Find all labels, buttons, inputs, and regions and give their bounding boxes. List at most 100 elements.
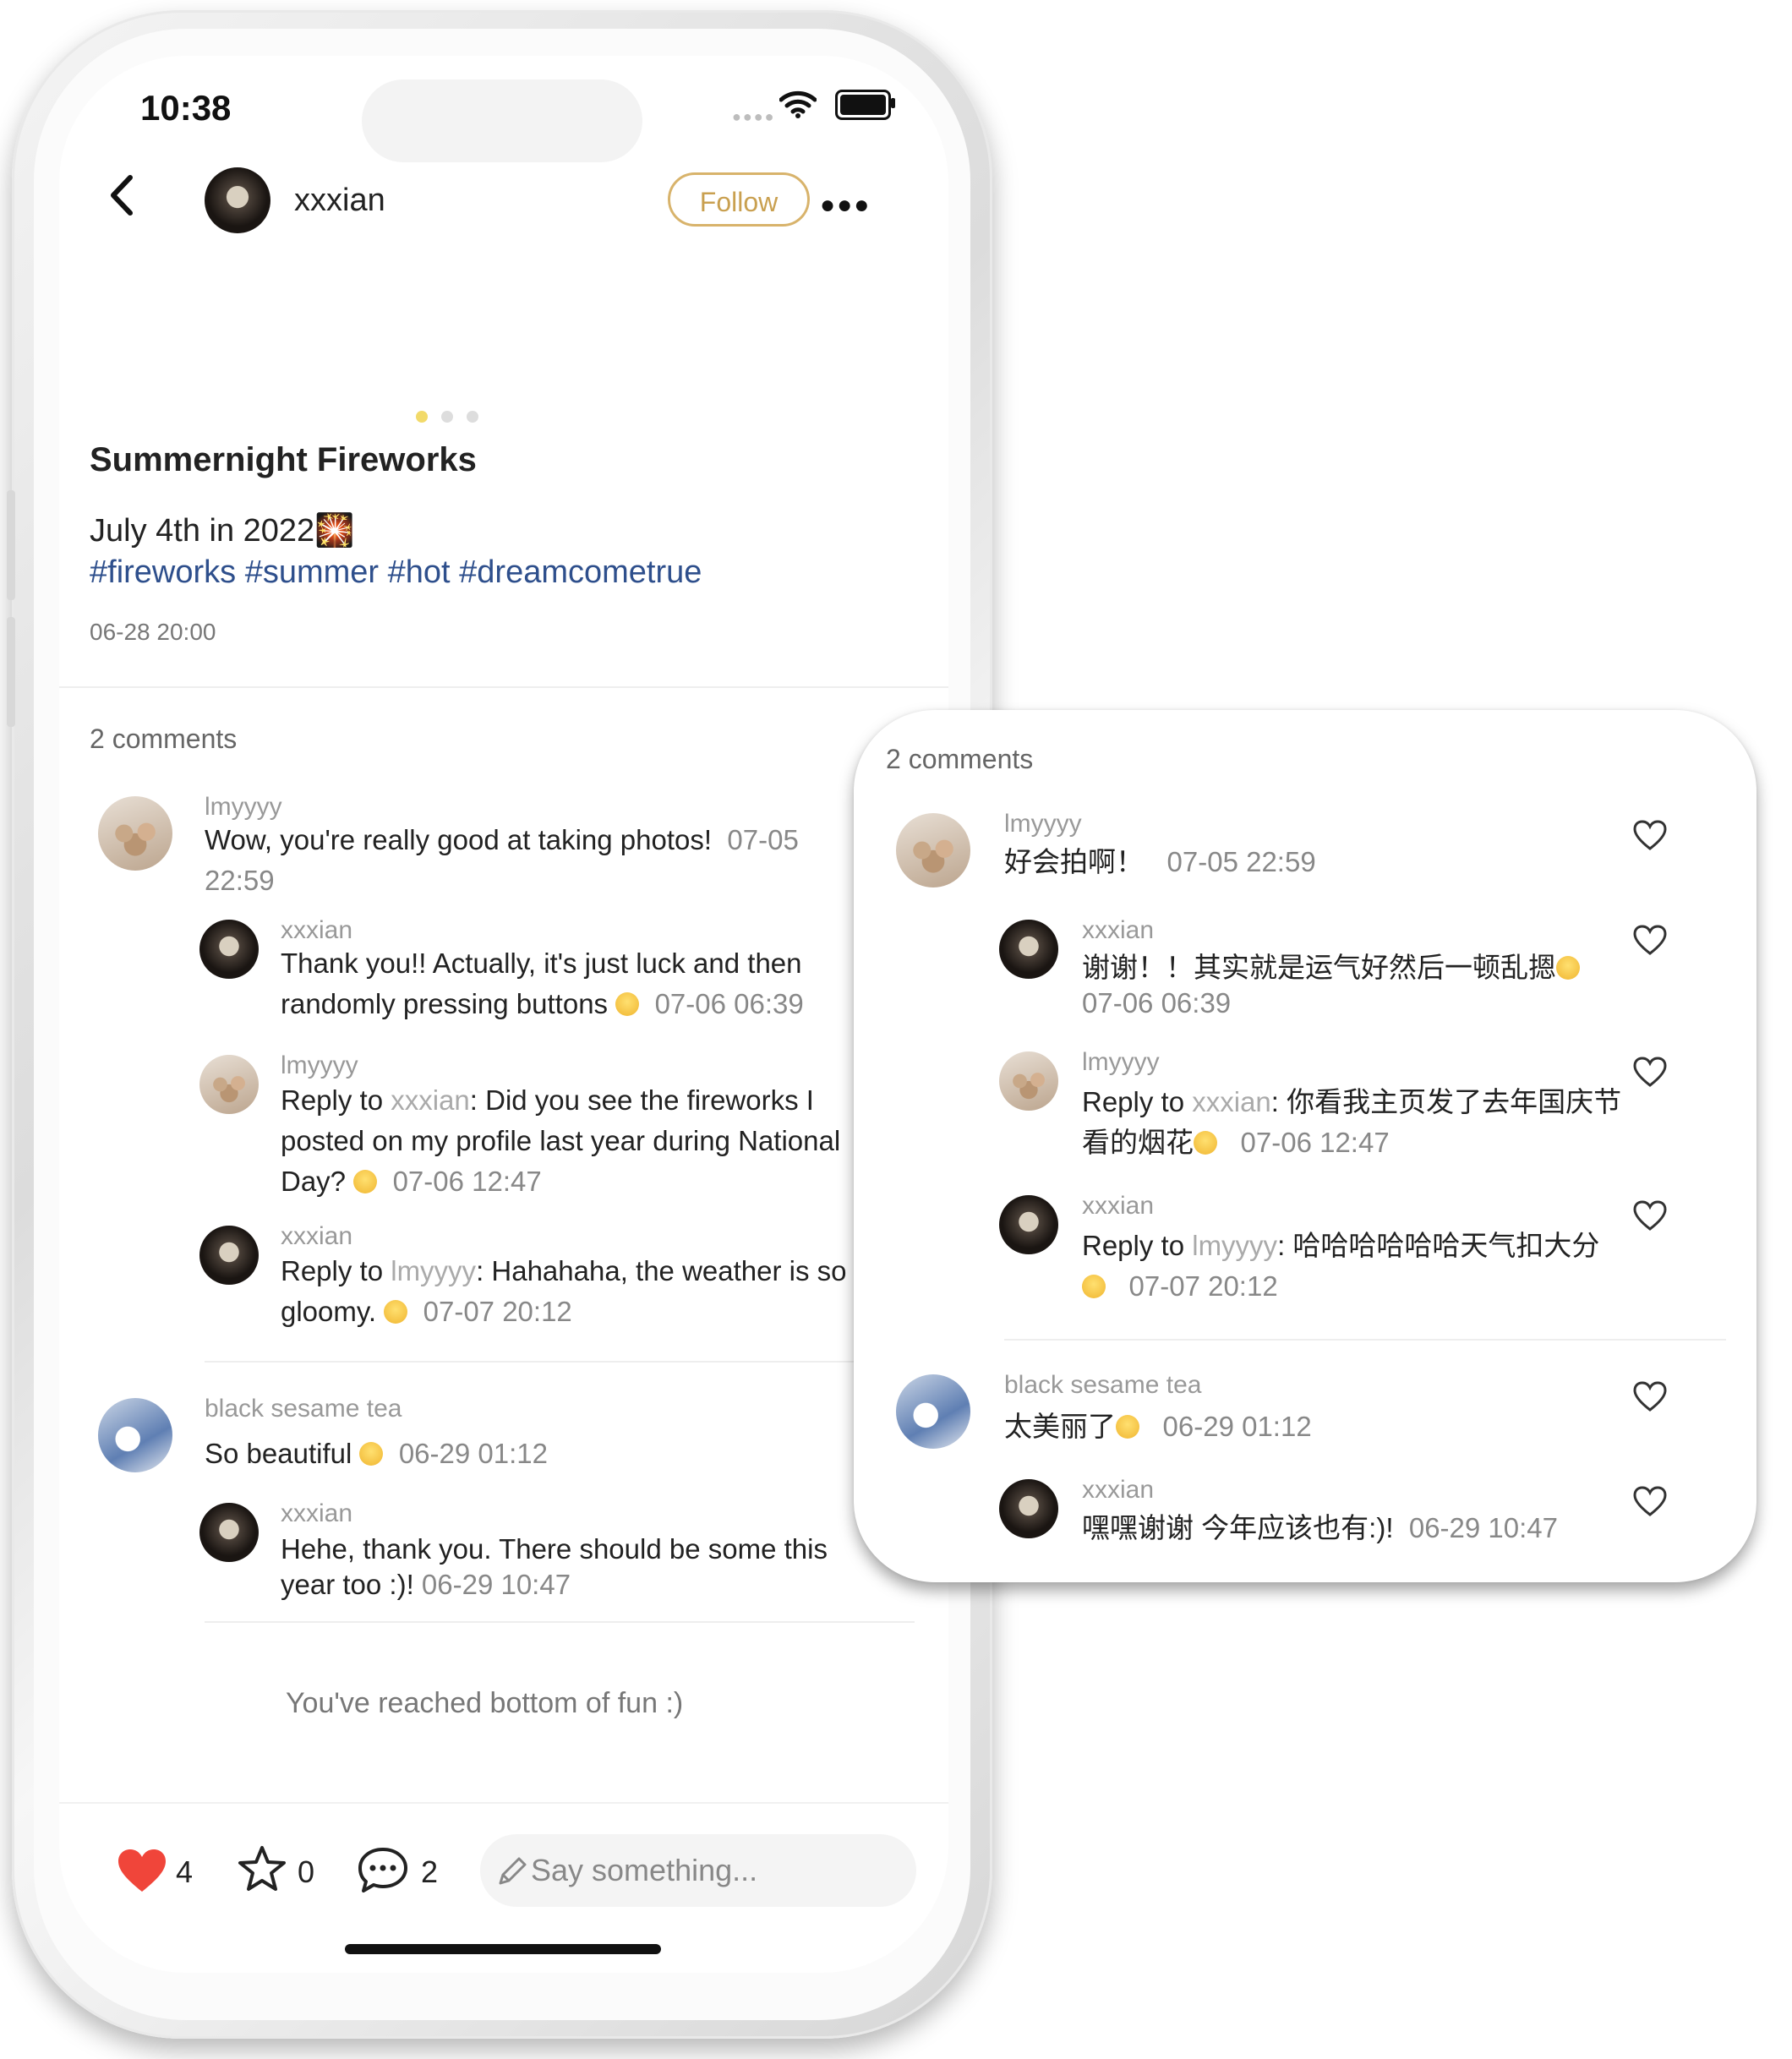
reply-name[interactable]: xxxian: [281, 916, 352, 945]
like-heart-icon[interactable]: [117, 1848, 167, 1893]
signal-icon: ●●●●: [732, 108, 776, 125]
carousel-dot: [467, 411, 478, 423]
post-body: July 4th in 2022🎇: [90, 513, 355, 549]
reply-avatar[interactable]: [999, 1051, 1058, 1111]
reply-avatar[interactable]: [199, 920, 259, 979]
end-of-list-message: You've reached bottom of fun :): [286, 1687, 684, 1719]
carousel-indicator: [416, 411, 492, 427]
reply-avatar[interactable]: [999, 1479, 1058, 1538]
follow-button[interactable]: Follow: [668, 172, 810, 227]
comment-body: 太美丽了: [1004, 1411, 1116, 1442]
reply-name[interactable]: xxxian: [1082, 1476, 1154, 1505]
like-count: 4: [176, 1854, 194, 1889]
reply-target[interactable]: lmyyyy: [1192, 1230, 1277, 1261]
commenter-name[interactable]: lmyyyy: [205, 793, 282, 822]
reply-target[interactable]: xxxian: [1192, 1086, 1271, 1117]
comment-time: 07-05 22:59: [1166, 846, 1316, 877]
divider: [59, 686, 948, 688]
reply-name[interactable]: xxxian: [281, 1499, 352, 1528]
commenter-avatar[interactable]: [896, 813, 970, 888]
reply-text[interactable]: Reply to lmyyyy: Hahahaha, the weather i…: [281, 1251, 855, 1332]
reply-body: : 哈哈哈哈哈哈天气扣大分: [1277, 1230, 1600, 1261]
comment-count: 2 comments: [90, 724, 238, 754]
thread-divider: [205, 1621, 915, 1623]
like-heart-outline-icon[interactable]: [1633, 1486, 1667, 1516]
comment-text[interactable]: Wow, you're really good at taking photos…: [205, 820, 847, 901]
reply-text[interactable]: 谢谢！！其实就是运气好然后一顿乱摁 07-06 06:39: [1082, 950, 1623, 1021]
star-icon[interactable]: [237, 1844, 287, 1893]
reply-prefix: Reply to: [1082, 1086, 1193, 1117]
reply-text[interactable]: Reply to xxxian: 你看我主页发了去年国庆节看的烟花 07-06 …: [1082, 1082, 1623, 1163]
reply-avatar[interactable]: [199, 1226, 259, 1285]
like-heart-outline-icon[interactable]: [1633, 1381, 1667, 1412]
like-heart-outline-icon[interactable]: [1633, 820, 1667, 850]
reply-time: 06-29 10:47: [1408, 1512, 1558, 1543]
commenter-name[interactable]: lmyyyy: [1004, 810, 1082, 838]
author-avatar[interactable]: [205, 167, 270, 233]
status-time: 10:38: [140, 88, 232, 128]
like-heart-outline-icon[interactable]: [1633, 925, 1667, 955]
app-screen: 10:38 ●●●● xxxian Follow ●●● Summernight…: [59, 56, 948, 1973]
comment-text[interactable]: 好会拍啊！ 07-05 22:59: [1004, 842, 1630, 882]
reply-time: 07-06 06:39: [654, 988, 804, 1019]
post-hashtags[interactable]: #fireworks #summer #hot #dreamcometrue: [90, 554, 702, 591]
reply-name[interactable]: xxxian: [281, 1222, 352, 1251]
volume-down-button: [7, 617, 15, 727]
reply-avatar[interactable]: [199, 1503, 259, 1562]
reply-text[interactable]: Hehe, thank you. There should be some th…: [281, 1532, 855, 1603]
comment-text[interactable]: So beautiful 06-29 01:12: [205, 1434, 847, 1474]
more-options-icon[interactable]: ●●●: [820, 191, 871, 220]
reply-time: 06-29 10:47: [421, 1569, 571, 1600]
reply-target[interactable]: lmyyyy: [391, 1255, 476, 1286]
comment-time: 06-29 01:12: [1162, 1411, 1312, 1442]
carousel-dot: [416, 411, 428, 423]
reply-time: 07-06 12:47: [392, 1166, 542, 1197]
reply-name[interactable]: xxxian: [1082, 1192, 1154, 1221]
reply-avatar[interactable]: [199, 1055, 259, 1114]
reply-prefix: Reply to: [281, 1084, 391, 1116]
rofl-emoji-icon: [1556, 956, 1580, 980]
reply-body: 谢谢！！其实就是运气好然后一顿乱摁: [1082, 952, 1556, 983]
reply-avatar[interactable]: [999, 920, 1058, 979]
commenter-avatar[interactable]: [98, 1398, 172, 1472]
pleading-emoji-icon: [359, 1442, 384, 1466]
reply-name[interactable]: lmyyyy: [281, 1051, 358, 1080]
thread-divider: [205, 1361, 881, 1363]
commenter-name[interactable]: black sesame tea: [1004, 1371, 1201, 1400]
reply-name[interactable]: xxxian: [1082, 916, 1154, 945]
commenter-avatar[interactable]: [896, 1374, 970, 1449]
comment-body: So beautiful: [205, 1438, 352, 1469]
reply-target[interactable]: xxxian: [391, 1084, 470, 1116]
reply-time: 07-07 20:12: [423, 1296, 572, 1327]
sad-emoji-icon: [353, 1170, 378, 1193]
back-arrow-icon[interactable]: [100, 171, 149, 220]
battery-tip: [891, 98, 895, 108]
like-heart-outline-icon[interactable]: [1633, 1057, 1667, 1087]
comment-input[interactable]: Say something...: [480, 1834, 916, 1907]
rofl-emoji-icon: [615, 992, 640, 1016]
volume-up-button: [7, 490, 15, 600]
comment-count-bottom: 2: [421, 1854, 439, 1889]
comment-time: 06-29 01:12: [398, 1438, 548, 1469]
reply-text[interactable]: Thank you!! Actually, it's just luck and…: [281, 943, 855, 1024]
pencil-icon: [499, 1857, 527, 1885]
comment-text[interactable]: 太美丽了 06-29 01:12: [1004, 1406, 1630, 1447]
bottom-bar-divider: [59, 1802, 948, 1804]
reply-name[interactable]: lmyyyy: [1082, 1048, 1160, 1077]
comments-card-zh: 2 comments lmyyyy 好会拍啊！ 07-05 22:59 xxxi…: [854, 710, 1756, 1582]
commenter-avatar[interactable]: [98, 796, 172, 871]
reply-text[interactable]: Reply to xxxian: Did you see the firewor…: [281, 1080, 855, 1202]
dynamic-island: [362, 79, 642, 162]
commenter-name[interactable]: black sesame tea: [205, 1395, 402, 1423]
comment-bubble-icon[interactable]: [357, 1846, 409, 1895]
author-username[interactable]: xxxian: [294, 183, 385, 219]
reply-body: 嘿嘿谢谢 今年应该也有:)!: [1082, 1512, 1394, 1543]
thread-divider: [1004, 1339, 1726, 1341]
reply-text[interactable]: 嘿嘿谢谢 今年应该也有:)! 06-29 10:47: [1082, 1508, 1657, 1548]
reply-text[interactable]: Reply to lmyyyy: 哈哈哈哈哈哈天气扣大分 07-07 20:12: [1082, 1226, 1657, 1307]
like-heart-outline-icon[interactable]: [1633, 1200, 1667, 1231]
reply-avatar[interactable]: [999, 1195, 1058, 1254]
home-indicator[interactable]: [345, 1944, 661, 1954]
sad-emoji-icon: [1194, 1131, 1217, 1155]
battery-icon: [835, 90, 891, 120]
